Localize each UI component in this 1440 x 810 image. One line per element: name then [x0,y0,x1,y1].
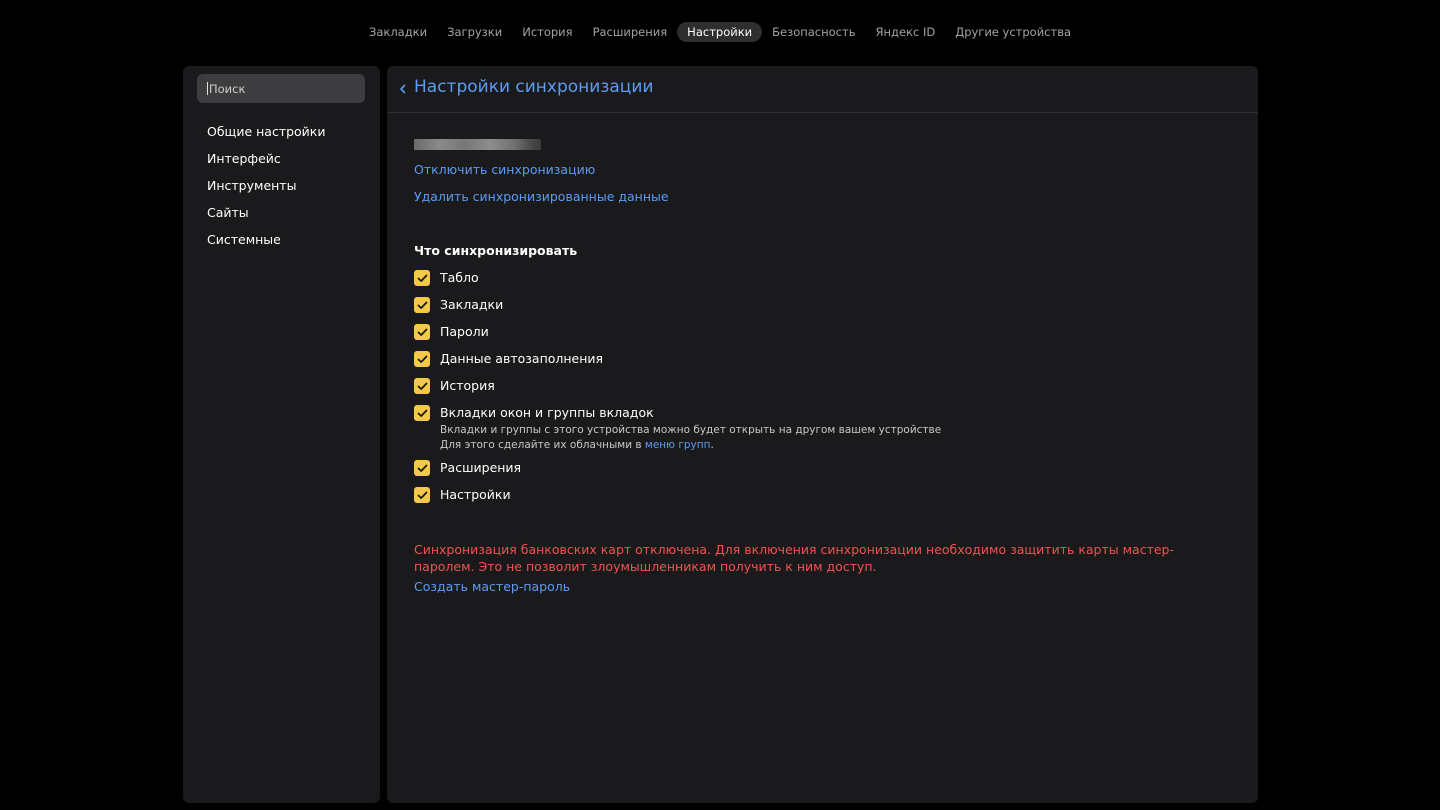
top-navigation: Закладки Загрузки История Расширения Нас… [0,22,1440,42]
chevron-left-icon[interactable] [398,82,408,96]
checkmark-icon [417,409,427,417]
sync-item-extensions: Расширения [414,460,521,476]
tab-security[interactable]: Безопасность [762,22,865,42]
checkbox[interactable] [414,297,430,313]
sync-item-label: Расширения [440,460,522,475]
sidebar-item-tools[interactable]: Инструменты [207,176,325,203]
checkmark-icon [417,301,427,309]
checkmark-icon [417,491,427,499]
search-input[interactable] [208,81,365,96]
tab-settings[interactable]: Настройки [677,22,763,42]
main-panel: Настройки синхронизации Отключить синхро… [387,66,1258,803]
sync-item-passwords: Пароли [414,324,489,340]
sync-item-bookmarks: Закладки [414,297,503,313]
tabs-sync-hint: Вкладки и группы с этого устройства можн… [440,423,941,453]
checkbox[interactable] [414,270,430,286]
sync-item-label: Табло [440,270,479,285]
account-name-redacted [414,139,541,150]
sync-item-label: История [440,378,495,393]
tab-other-devices[interactable]: Другие устройства [945,22,1081,42]
section-title: Что синхронизировать [414,243,578,258]
checkbox[interactable] [414,378,430,394]
tab-yandex-id[interactable]: Яндекс ID [865,22,945,42]
checkbox[interactable] [414,405,430,421]
tab-downloads[interactable]: Загрузки [437,22,512,42]
sync-item-tabs: Вкладки окон и группы вкладок Вкладки и … [414,405,941,451]
sidebar-item-sites[interactable]: Сайты [207,203,325,230]
checkmark-icon [417,355,427,363]
sidebar-menu: Общие настройки Интерфейс Инструменты Са… [207,122,325,257]
checkbox[interactable] [414,351,430,367]
text-cursor [207,82,208,95]
checkbox[interactable] [414,487,430,503]
sidebar-item-general[interactable]: Общие настройки [207,122,325,149]
main-header: Настройки синхронизации [387,66,1258,113]
sidebar-item-system[interactable]: Системные [207,230,325,257]
disable-sync-link[interactable]: Отключить синхронизацию [414,162,595,177]
sync-item-history: История [414,378,495,394]
sync-item-label: Закладки [440,297,504,312]
sync-item-tablo: Табло [414,270,479,286]
sync-item-label: Настройки [440,487,511,502]
sync-item-autofill: Данные автозаполнения [414,351,603,367]
group-menu-link[interactable]: меню групп [645,439,711,451]
hint-text: Для этого сделайте их облачными в [440,439,642,451]
sync-item-label: Вкладки окон и группы вкладок [440,405,654,420]
page-title: Настройки синхронизации [414,77,654,97]
sync-item-label: Пароли [440,324,489,339]
checkmark-icon [417,328,427,336]
hint-line: Для этого сделайте их облачными в меню г… [440,438,941,453]
sidebar-item-interface[interactable]: Интерфейс [207,149,325,176]
tab-history[interactable]: История [512,22,582,42]
sync-item-settings: Настройки [414,487,511,503]
checkmark-icon [417,382,427,390]
tab-extensions[interactable]: Расширения [583,22,678,42]
checkbox[interactable] [414,460,430,476]
hint-line: Вкладки и группы с этого устройства можн… [440,424,942,436]
delete-synced-data-link[interactable]: Удалить синхронизированные данные [414,189,669,204]
sidebar: Общие настройки Интерфейс Инструменты Са… [183,66,380,803]
sync-item-label: Данные автозаполнения [440,351,604,366]
bank-cards-warning: Синхронизация банковских карт отключена.… [414,542,1174,574]
search-box[interactable] [197,74,365,103]
create-master-password-link[interactable]: Создать мастер-пароль [414,579,570,594]
checkmark-icon [417,464,427,472]
tab-bookmarks[interactable]: Закладки [359,22,437,42]
hint-suffix: . [710,439,714,451]
checkmark-icon [417,274,427,282]
checkbox[interactable] [414,324,430,340]
